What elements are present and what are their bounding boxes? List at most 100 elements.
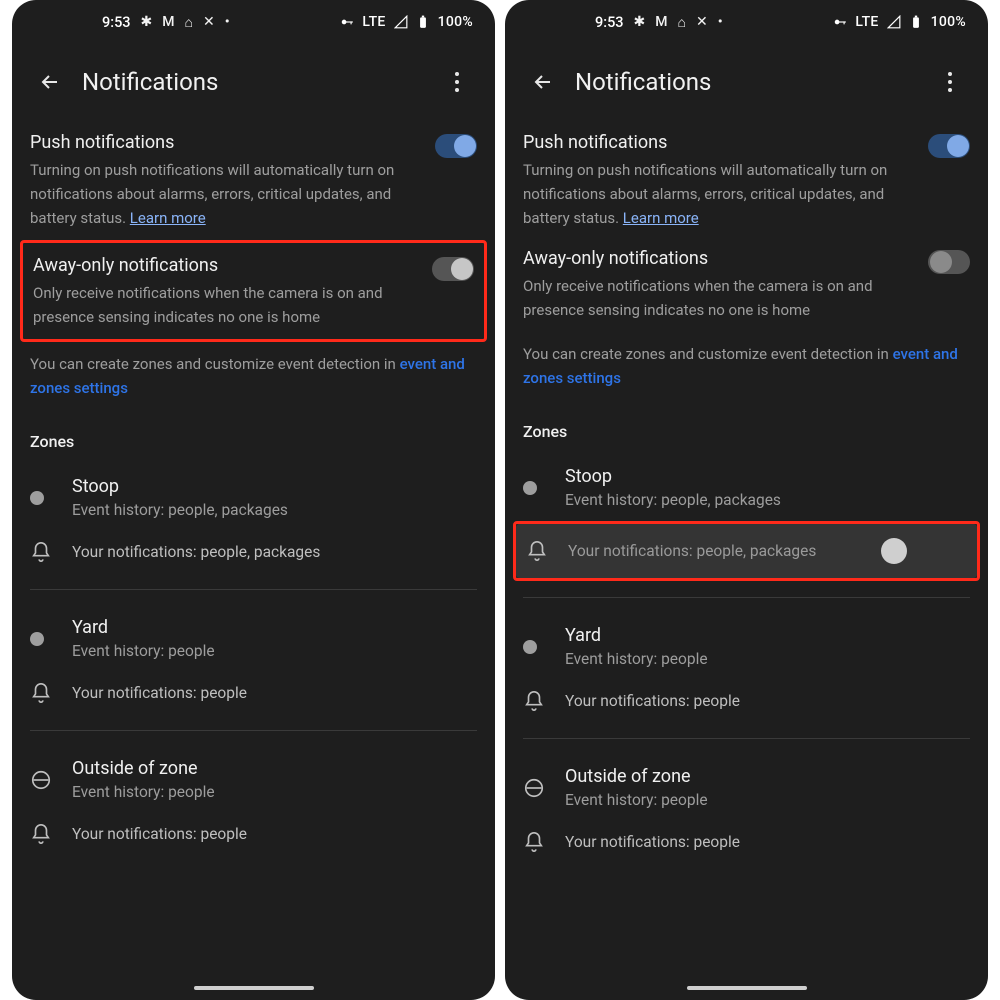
learn-more-link[interactable]: Learn more — [623, 209, 699, 227]
nav-pill[interactable] — [687, 986, 807, 990]
push-title: Push notifications — [523, 130, 914, 156]
zone-notif-yard[interactable]: Your notifications: people — [30, 672, 477, 714]
zone-notif-text: Your notifications: people, packages — [568, 540, 971, 562]
lte-label: LTE — [362, 14, 385, 30]
zone-history: Event history: people — [72, 781, 477, 803]
zone-title: Stoop — [72, 475, 477, 499]
block-icon — [523, 777, 551, 799]
divider — [523, 597, 970, 598]
push-toggle[interactable] — [928, 134, 970, 158]
touch-indicator-icon — [881, 538, 907, 564]
setting-push-notifications[interactable]: Push notifications Turning on push notif… — [30, 124, 477, 240]
zone-item-stoop[interactable]: Stoop Event history: people, packages — [523, 455, 970, 521]
push-desc: Turning on push notifications will autom… — [30, 158, 421, 230]
zone-item-outside[interactable]: Outside of zone Event history: people — [30, 747, 477, 813]
app-bar: Notifications — [505, 44, 988, 124]
app-bar: Notifications — [12, 44, 495, 124]
zone-history: Event history: people — [72, 640, 477, 662]
block-icon — [30, 769, 58, 791]
push-desc: Turning on push notifications will autom… — [523, 158, 914, 230]
zones-hint: You can create zones and customize event… — [523, 332, 970, 402]
divider — [30, 730, 477, 731]
zone-dot-icon — [523, 481, 537, 495]
home-icon: ⌂ — [678, 14, 686, 31]
zone-history: Event history: people, packages — [565, 489, 970, 511]
phone-right: 9:53 ✱ M ⌂ ✕ • LTE 100% Notifications — [505, 0, 988, 1000]
zone-notif-outside[interactable]: Your notifications: people — [30, 813, 477, 855]
zone-title: Outside of zone — [72, 757, 477, 781]
status-bar: 9:53 ✱ M ⌂ ✕ • LTE 100% — [505, 0, 988, 44]
status-bar: 9:53 ✱ M ⌂ ✕ • LTE 100% — [12, 0, 495, 44]
zone-history: Event history: people — [565, 648, 970, 670]
away-title: Away-only notifications — [33, 253, 418, 279]
plane-icon: ✕ — [203, 14, 215, 30]
key-icon — [340, 15, 354, 29]
lte-label: LTE — [855, 14, 878, 30]
battery-pct: 100% — [438, 14, 473, 30]
zone-notif-stoop[interactable]: Your notifications: people, packages — [516, 524, 977, 578]
zone-dot-icon — [30, 632, 44, 646]
zone-item-yard[interactable]: Yard Event history: people — [523, 614, 970, 680]
bell-icon — [30, 682, 58, 704]
away-desc: Only receive notifications when the came… — [523, 274, 914, 322]
away-toggle[interactable] — [432, 257, 474, 281]
push-toggle[interactable] — [435, 134, 477, 158]
overflow-menu-button[interactable] — [930, 62, 970, 102]
overflow-menu-button[interactable] — [437, 62, 477, 102]
zone-history: Event history: people — [565, 789, 970, 811]
plane-icon: ✕ — [696, 14, 708, 30]
bell-icon — [523, 690, 551, 712]
zone-dot-icon — [30, 491, 44, 505]
zone-item-yard[interactable]: Yard Event history: people — [30, 606, 477, 672]
highlight-zone-notif: Your notifications: people, packages — [513, 521, 980, 581]
zone-history: Event history: people, packages — [72, 499, 477, 521]
bell-icon — [30, 541, 58, 563]
zone-notif-outside[interactable]: Your notifications: people — [523, 821, 970, 863]
zone-item-stoop[interactable]: Stoop Event history: people, packages — [30, 465, 477, 531]
zone-notif-text: Your notifications: people — [565, 831, 970, 853]
learn-more-link[interactable]: Learn more — [130, 209, 206, 227]
zone-notif-stoop[interactable]: Your notifications: people, packages — [30, 531, 477, 573]
zone-notif-text: Your notifications: people — [72, 823, 477, 845]
setting-away-only[interactable]: Away-only notifications Only receive not… — [523, 240, 970, 332]
status-time: 9:53 — [102, 14, 131, 31]
zones-hint: You can create zones and customize event… — [30, 342, 477, 412]
nav-pill[interactable] — [194, 986, 314, 990]
gmail-icon: M — [655, 14, 667, 30]
back-button[interactable] — [523, 62, 563, 102]
away-desc: Only receive notifications when the came… — [33, 281, 418, 329]
slack-icon: ✱ — [634, 14, 646, 30]
battery-icon — [909, 15, 923, 29]
battery-pct: 100% — [931, 14, 966, 30]
bell-icon — [523, 831, 551, 853]
page-title: Notifications — [575, 68, 930, 96]
page-title: Notifications — [82, 68, 437, 96]
setting-push-notifications[interactable]: Push notifications Turning on push notif… — [523, 124, 970, 240]
phone-left: 9:53 ✱ M ⌂ ✕ • LTE 100% Notifications — [12, 0, 495, 1000]
battery-icon — [416, 15, 430, 29]
away-toggle[interactable] — [928, 250, 970, 274]
zone-notif-text: Your notifications: people, packages — [72, 541, 477, 563]
signal-icon — [887, 15, 901, 29]
back-button[interactable] — [30, 62, 70, 102]
zone-notif-text: Your notifications: people — [565, 690, 970, 712]
zone-title: Yard — [565, 624, 970, 648]
divider — [30, 589, 477, 590]
zones-section-label: Zones — [523, 402, 970, 455]
home-icon: ⌂ — [185, 14, 193, 31]
zone-title: Outside of zone — [565, 765, 970, 789]
push-title: Push notifications — [30, 130, 421, 156]
away-title: Away-only notifications — [523, 246, 914, 272]
gmail-icon: M — [162, 14, 174, 30]
signal-icon — [394, 15, 408, 29]
status-time: 9:53 — [595, 14, 624, 31]
zone-notif-yard[interactable]: Your notifications: people — [523, 680, 970, 722]
bell-icon — [30, 823, 58, 845]
zone-dot-icon — [523, 640, 537, 654]
zone-item-outside[interactable]: Outside of zone Event history: people — [523, 755, 970, 821]
more-notif-icon: • — [718, 14, 723, 30]
zone-title: Stoop — [565, 465, 970, 489]
slack-icon: ✱ — [141, 14, 153, 30]
bell-icon — [516, 540, 554, 562]
key-icon — [833, 15, 847, 29]
